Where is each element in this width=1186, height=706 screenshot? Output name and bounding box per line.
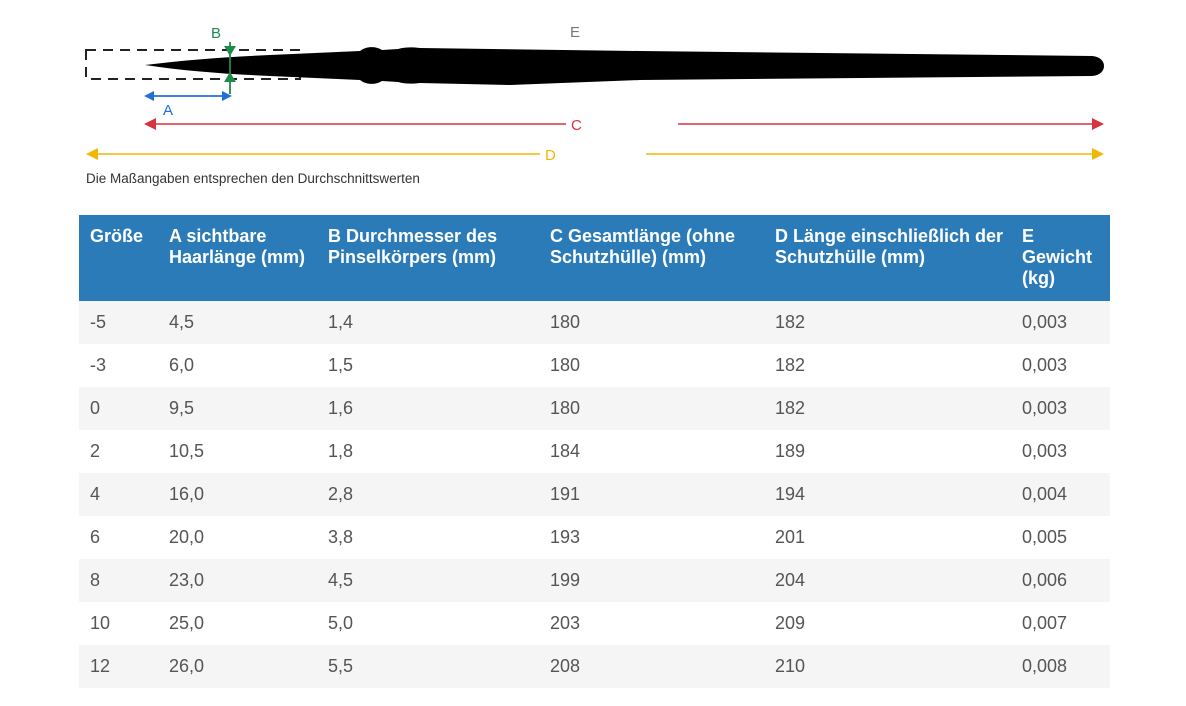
cell-diameter: 5,5 [317,645,539,688]
cell-diameter: 1,4 [317,301,539,344]
cell-weight: 0,003 [1011,430,1110,473]
cell-length-with-cap: 210 [764,645,1011,688]
cell-total-length: 180 [539,387,764,430]
cell-weight: 0,005 [1011,516,1110,559]
label-c: C [571,117,582,134]
cell-weight: 0,006 [1011,559,1110,602]
cell-length-with-cap: 209 [764,602,1011,645]
cell-weight: 0,003 [1011,387,1110,430]
cell-length-with-cap: 201 [764,516,1011,559]
header-size: Größe [79,215,158,301]
brush-dimension-diagram: B A E C D [85,24,1104,164]
cell-diameter: 2,8 [317,473,539,516]
cell-total-length: 191 [539,473,764,516]
cell-length-with-cap: 182 [764,344,1011,387]
table-row: -3 6,0 1,5 180 182 0,003 [79,344,1110,387]
cell-weight: 0,003 [1011,301,1110,344]
label-e: E [570,24,580,41]
cell-size: 10 [79,602,158,645]
dimension-c-arrow [144,118,1104,130]
cell-diameter: 1,8 [317,430,539,473]
cell-total-length: 208 [539,645,764,688]
cell-length-with-cap: 189 [764,430,1011,473]
header-weight: E Gewicht (kg) [1011,215,1110,301]
cell-weight: 0,003 [1011,344,1110,387]
cell-hair-length: 26,0 [158,645,317,688]
table-header-row: Größe A sichtbare Haarlänge (mm) B Durch… [79,215,1110,301]
dimension-d-arrow [86,148,1104,160]
cell-weight: 0,004 [1011,473,1110,516]
cell-size: 0 [79,387,158,430]
table-row: 10 25,0 5,0 203 209 0,007 [79,602,1110,645]
table-row: 0 9,5 1,6 180 182 0,003 [79,387,1110,430]
header-length-with-cap: D Länge einschließlich der Schutzhülle (… [764,215,1011,301]
cell-diameter: 1,5 [317,344,539,387]
cell-length-with-cap: 182 [764,301,1011,344]
cell-diameter: 3,8 [317,516,539,559]
cell-hair-length: 23,0 [158,559,317,602]
cell-length-with-cap: 194 [764,473,1011,516]
brush-silhouette [145,47,1104,85]
cell-hair-length: 10,5 [158,430,317,473]
cell-length-with-cap: 204 [764,559,1011,602]
cell-total-length: 180 [539,344,764,387]
cell-size: -5 [79,301,158,344]
cell-hair-length: 6,0 [158,344,317,387]
cell-size: 6 [79,516,158,559]
cell-hair-length: 16,0 [158,473,317,516]
cell-length-with-cap: 182 [764,387,1011,430]
cell-size: -3 [79,344,158,387]
cell-diameter: 4,5 [317,559,539,602]
label-a: A [163,102,173,119]
table-row: -5 4,5 1,4 180 182 0,003 [79,301,1110,344]
header-diameter: B Durchmesser des Pinselkörpers (mm) [317,215,539,301]
header-total-length: C Gesamtlänge (ohne Schutzhülle) (mm) [539,215,764,301]
label-d: D [545,147,556,164]
cell-hair-length: 9,5 [158,387,317,430]
cell-total-length: 180 [539,301,764,344]
dimension-table: Größe A sichtbare Haarlänge (mm) B Durch… [79,215,1110,688]
dimension-a-arrow [144,91,232,101]
cell-size: 12 [79,645,158,688]
caption: Die Maßangaben entsprechen den Durchschn… [86,171,420,186]
cell-hair-length: 4,5 [158,301,317,344]
cell-size: 8 [79,559,158,602]
cell-size: 2 [79,430,158,473]
cell-hair-length: 25,0 [158,602,317,645]
table-row: 4 16,0 2,8 191 194 0,004 [79,473,1110,516]
cell-hair-length: 20,0 [158,516,317,559]
cell-diameter: 5,0 [317,602,539,645]
table-row: 6 20,0 3,8 193 201 0,005 [79,516,1110,559]
table-row: 12 26,0 5,5 208 210 0,008 [79,645,1110,688]
cell-size: 4 [79,473,158,516]
table-row: 2 10,5 1,8 184 189 0,003 [79,430,1110,473]
cell-diameter: 1,6 [317,387,539,430]
cell-weight: 0,007 [1011,602,1110,645]
cell-total-length: 203 [539,602,764,645]
table-row: 8 23,0 4,5 199 204 0,006 [79,559,1110,602]
cell-weight: 0,008 [1011,645,1110,688]
cell-total-length: 199 [539,559,764,602]
cell-total-length: 184 [539,430,764,473]
cell-total-length: 193 [539,516,764,559]
header-hair-length: A sichtbare Haarlänge (mm) [158,215,317,301]
label-b: B [211,25,221,42]
